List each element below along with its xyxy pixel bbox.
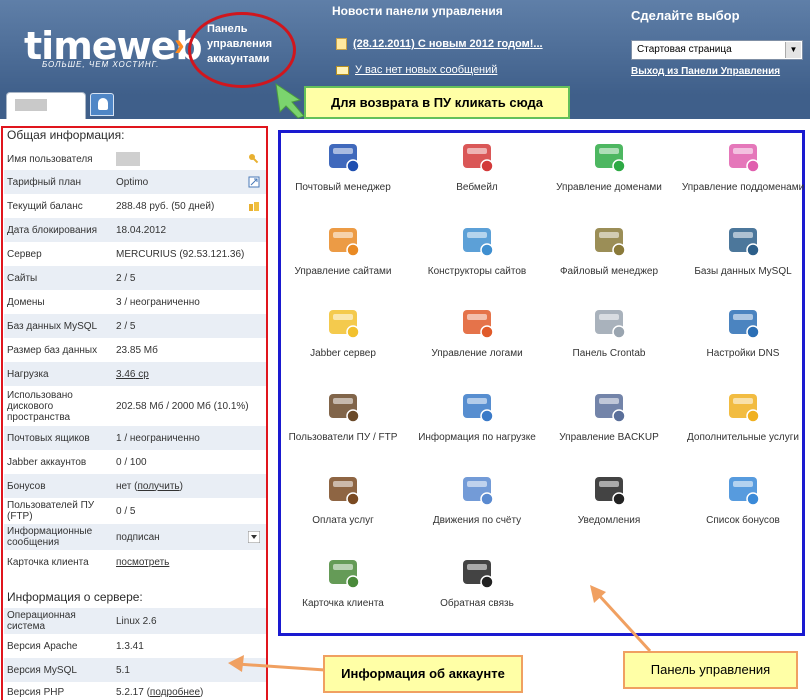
control-panel-callout: Панель управления [623,651,798,689]
account-info-callout: Информация об аккаунте [323,655,523,693]
orange-arrows [228,585,652,672]
